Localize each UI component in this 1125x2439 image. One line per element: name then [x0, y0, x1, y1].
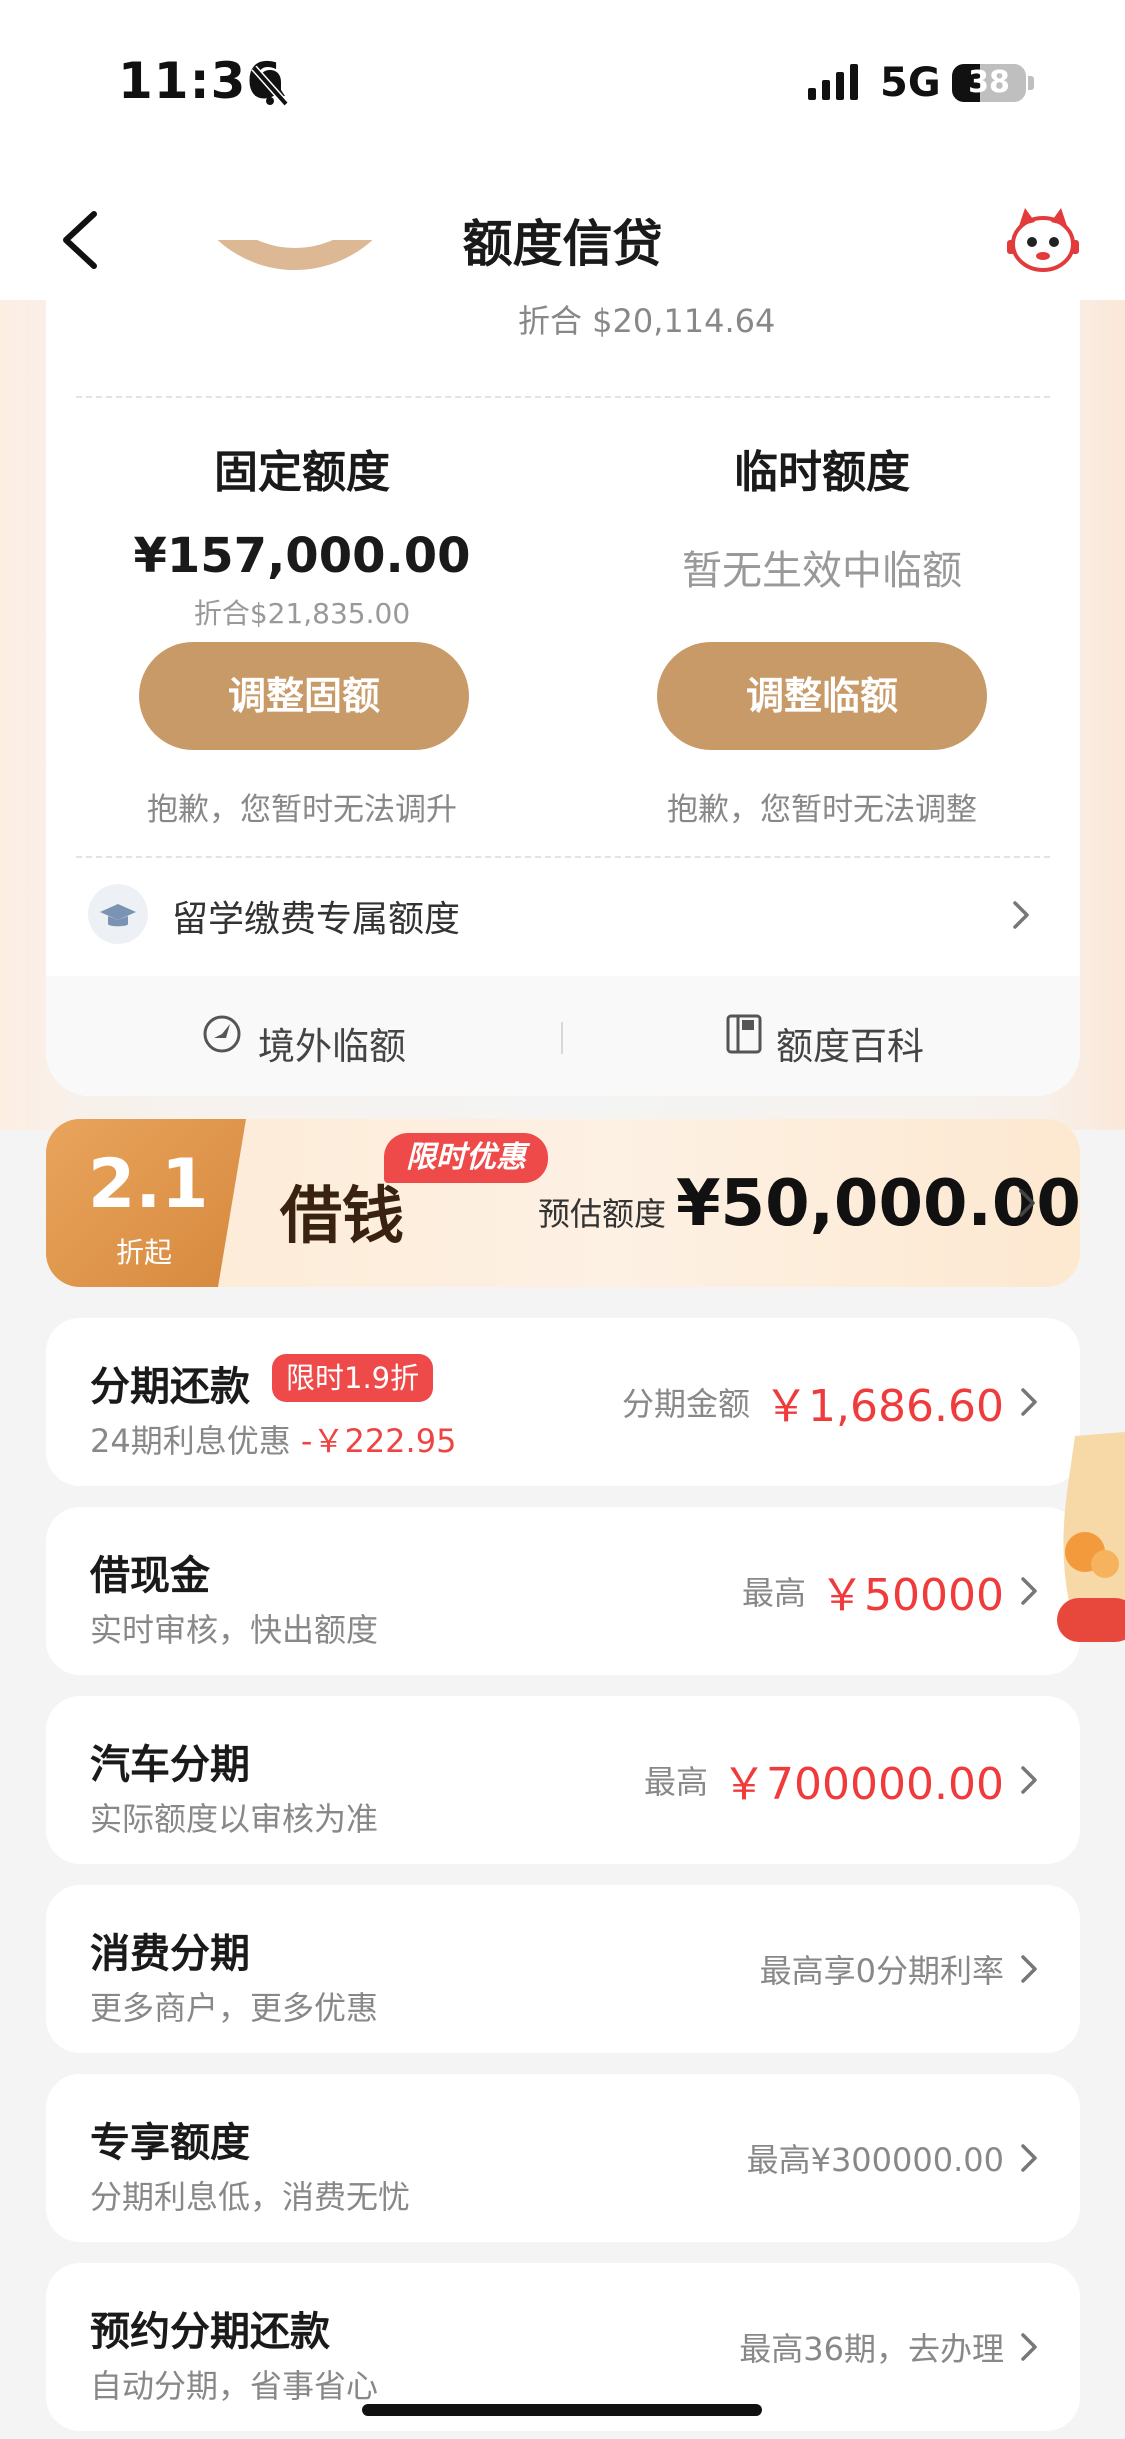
chevron-right-icon	[1019, 1189, 1035, 1217]
globe-plane-icon	[203, 1015, 241, 1053]
book-icon	[726, 1014, 762, 1054]
row-right-label: 最高	[644, 1763, 709, 1801]
chevron-right-icon	[1021, 2144, 1037, 2172]
row-right: 最高 ￥700000.00	[644, 1696, 1004, 1864]
home-indicator	[362, 2404, 762, 2416]
row-right-label: 分期金额	[622, 1385, 751, 1423]
limited-offer-tag: 限时优惠	[384, 1133, 548, 1183]
row-right-value: ￥700000.00	[722, 1759, 1004, 1810]
row-right: 最高36期，去办理	[739, 2263, 1004, 2431]
mute-bell-icon	[251, 65, 289, 107]
row-right-text: 最高36期，去办理	[739, 2330, 1004, 2368]
study-abroad-label: 留学缴费专属额度	[172, 899, 461, 940]
fixed-limit-converted: 折合$21,835.00	[193, 597, 411, 630]
car-installment-row[interactable]: 汽车分期 实际额度以审核为准 最高 ￥700000.00	[46, 1696, 1080, 1864]
temp-limit-title: 临时额度	[734, 447, 910, 498]
row-right: 最高 ￥50000	[742, 1507, 1004, 1675]
adjust-fixed-button[interactable]: 调整固额	[139, 642, 469, 750]
row-subtitle: 实时审核，快出额度	[90, 1611, 379, 1649]
temp-limit-note: 抱歉，您暂时无法调整	[667, 792, 977, 828]
chevron-right-icon	[1021, 1577, 1037, 1605]
fixed-limit-amount: ¥157,000.00	[133, 528, 471, 584]
study-abroad-row[interactable]: 留学缴费专属额度	[76, 870, 1050, 960]
row-subtitle: 分期利息低，消费无忧	[90, 2178, 411, 2216]
installment-repayment-row[interactable]: 分期还款 限时1.9折 24期利息优惠 -￥222.95 分期金额 ￥1,686…	[46, 1318, 1080, 1486]
row-subtitle: 实际额度以审核为准	[90, 1800, 379, 1838]
quick-links-bar: 境外临额 额度百科	[46, 976, 1080, 1096]
discount-tag: 限时1.9折	[272, 1354, 434, 1402]
row-subtitle: 更多商户，更多优惠	[90, 1989, 379, 2027]
interest-discount-value: -￥222.95	[300, 1422, 457, 1460]
row-right-text: 最高享0分期利率	[759, 1952, 1004, 1990]
floating-activity-badge[interactable]	[1055, 1432, 1125, 1644]
fixed-limit-note: 抱歉，您暂时无法调升	[147, 792, 457, 828]
limit-encyclopedia-link[interactable]: 额度百科	[776, 1016, 924, 1070]
chevron-right-icon	[1021, 1388, 1037, 1416]
row-title: 消费分期	[90, 1931, 250, 1977]
interest-discount-label: 24期利息优惠	[90, 1422, 291, 1460]
divider	[76, 856, 1050, 858]
discount-value: 2.1	[88, 1145, 209, 1224]
separator	[561, 1022, 563, 1054]
row-title: 借现金	[90, 1553, 210, 1599]
row-right: 最高享0分期利率	[760, 1885, 1004, 2053]
chevron-right-icon	[1021, 1766, 1037, 1794]
signal-icon	[808, 64, 858, 100]
mascot-cat-icon[interactable]	[1005, 202, 1081, 278]
row-subtitle: 自动分期，省事省心	[90, 2367, 379, 2405]
adjust-temp-button[interactable]: 调整临额	[657, 642, 987, 750]
cash-loan-row[interactable]: 借现金 实时审核，快出额度 最高 ￥50000	[46, 1507, 1080, 1675]
row-subtitle: 24期利息优惠 -￥222.95	[90, 1416, 456, 1462]
total-converted: 折合 $20,114.64	[518, 302, 776, 340]
battery-icon: 38	[952, 64, 1026, 102]
row-right-value: ￥50000	[820, 1570, 1004, 1621]
borrow-promo-banner[interactable]: 2.1 折起 借钱 限时优惠 预估额度 ¥50,000.00	[46, 1119, 1080, 1287]
battery-level: 38	[968, 65, 1010, 100]
chevron-right-icon	[1021, 1955, 1037, 1983]
exclusive-limit-row[interactable]: 专享额度 分期利息低，消费无忧 最高¥300000.00	[46, 2074, 1080, 2242]
temp-limit-section: 临时额度 暂无生效中临额	[612, 436, 1032, 596]
network-type: 5G	[880, 60, 941, 106]
row-right-label: 最高	[742, 1574, 807, 1612]
chevron-right-icon	[1013, 901, 1029, 929]
status-bar: 11:36 5G 38	[0, 0, 1125, 160]
limit-ring-graphic	[140, 240, 440, 340]
chevron-right-icon	[1021, 2333, 1037, 2361]
overseas-temp-limit-link[interactable]: 境外临额	[258, 1016, 406, 1070]
fixed-limit-title: 固定额度	[214, 447, 390, 498]
divider	[76, 396, 1050, 398]
temp-limit-status: 暂无生效中临额	[682, 548, 962, 594]
discount-label: 折起	[116, 1236, 173, 1269]
row-right-text: 最高¥300000.00	[746, 2141, 1004, 2179]
row-right-value: ￥1,686.60	[764, 1381, 1004, 1432]
consumer-installment-row[interactable]: 消费分期 更多商户，更多优惠 最高享0分期利率	[46, 1885, 1080, 2053]
fixed-limit-section: 固定额度 ¥157,000.00 折合$21,835.00	[92, 436, 512, 632]
estimated-limit-label: 预估额度	[538, 1195, 667, 1233]
row-title: 分期还款	[90, 1364, 250, 1410]
row-right: 分期金额 ￥1,686.60	[622, 1318, 1004, 1486]
row-title: 专享额度	[90, 2120, 250, 2166]
graduation-cap-icon	[88, 884, 148, 944]
row-right: 最高¥300000.00	[747, 2074, 1004, 2242]
row-title: 预约分期还款	[90, 2309, 330, 2355]
row-title: 汽车分期	[90, 1742, 250, 1788]
